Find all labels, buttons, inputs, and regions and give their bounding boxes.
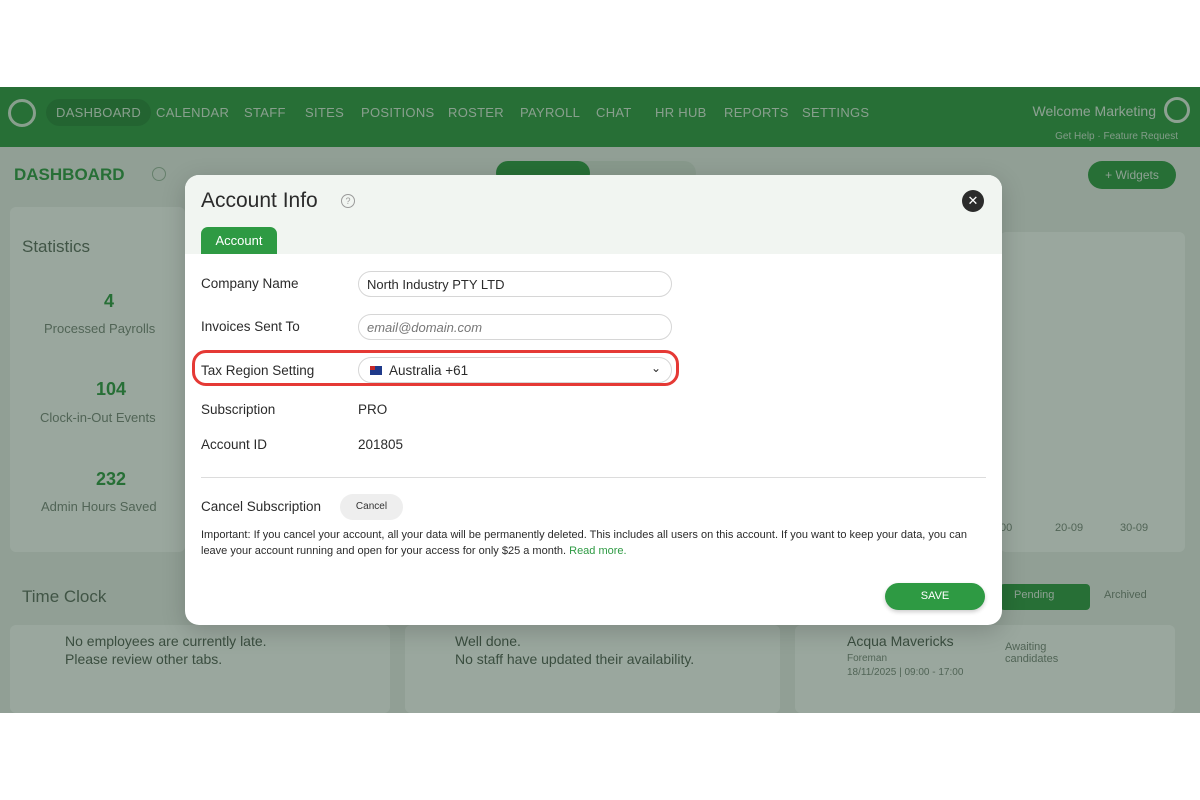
company-name-input[interactable] — [358, 271, 672, 297]
invoices-email-input[interactable] — [358, 314, 672, 340]
cancel-subscription-label: Cancel Subscription — [201, 499, 322, 514]
read-more-link[interactable]: Read more. — [569, 545, 626, 557]
close-icon[interactable]: ✕ — [962, 190, 984, 212]
divider — [201, 477, 986, 478]
account-info-modal: Account Info ? ✕ Account Company Name In… — [185, 175, 1002, 625]
tax-region-value: Australia +61 — [389, 363, 469, 378]
australia-flag-icon — [370, 366, 382, 375]
screenshot-area: DASHBOARD CALENDAR STAFF SITES POSITIONS… — [0, 87, 1200, 713]
company-name-label: Company Name — [201, 276, 299, 291]
tab-account[interactable]: Account — [201, 227, 277, 254]
tax-region-select[interactable]: Australia +61 ⌄ — [358, 357, 672, 383]
help-icon[interactable]: ? — [341, 194, 355, 208]
invoices-label: Invoices Sent To — [201, 319, 300, 334]
modal-title: Account Info — [201, 189, 318, 212]
subscription-label: Subscription — [201, 402, 276, 417]
chevron-down-icon: ⌄ — [650, 361, 661, 375]
account-id-value: 201805 — [358, 437, 404, 452]
modal-header: Account Info ? ✕ Account — [185, 175, 1002, 254]
cancel-subscription-button[interactable]: Cancel — [340, 494, 403, 520]
account-id-label: Account ID — [201, 437, 268, 452]
subscription-value: PRO — [358, 402, 388, 417]
tax-region-label: Tax Region Setting — [201, 363, 315, 378]
cancel-notice: Important: If you cancel your account, a… — [201, 527, 986, 559]
save-button[interactable]: SAVE — [885, 583, 985, 610]
